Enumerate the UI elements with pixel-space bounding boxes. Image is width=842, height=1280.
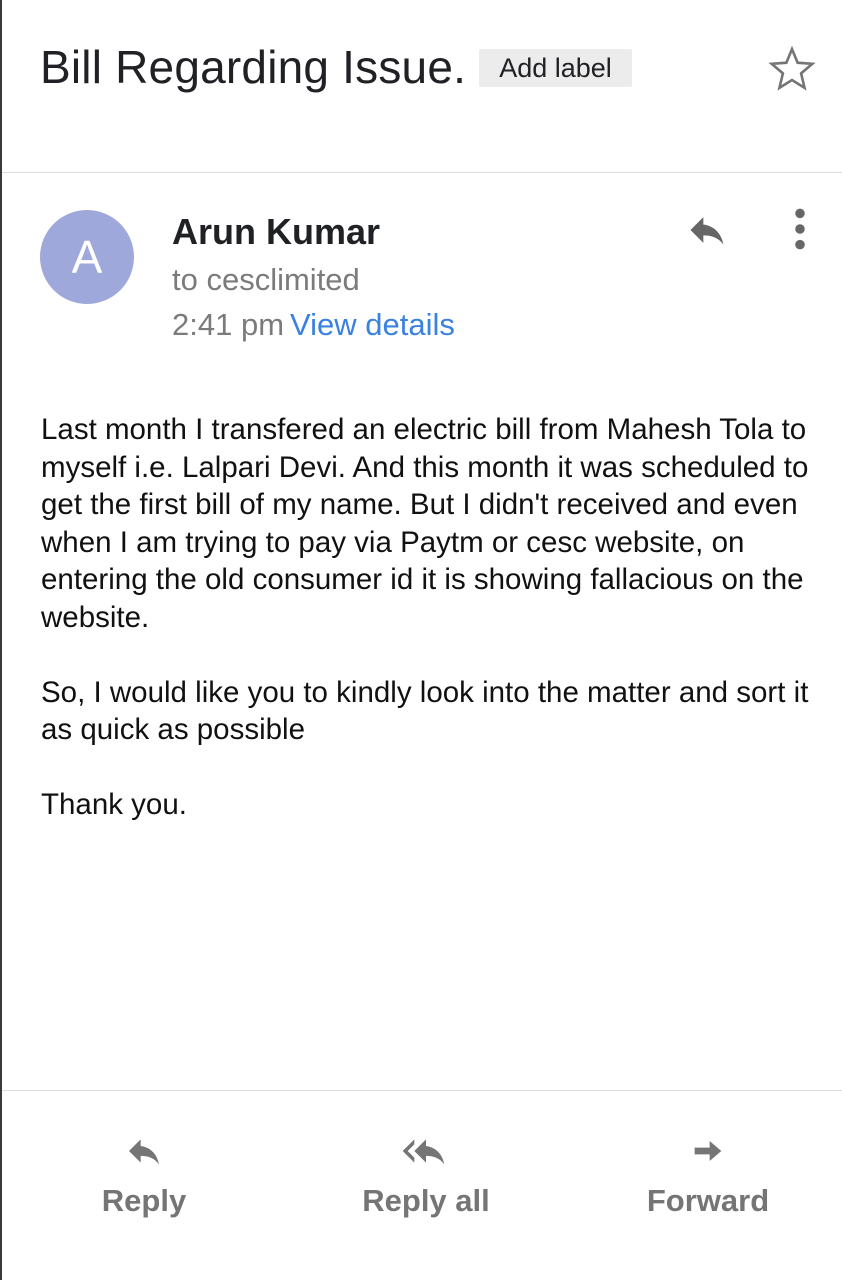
body-paragraph: Last month I transfered an electric bill… bbox=[41, 413, 809, 634]
reply-label: Reply bbox=[101, 1183, 187, 1218]
recipient-line: to cesclimited bbox=[172, 262, 360, 297]
email-subject: Bill Regarding Issue. bbox=[40, 41, 467, 93]
sender-name: Arun Kumar bbox=[172, 211, 381, 252]
reply-icon[interactable] bbox=[683, 208, 731, 252]
star-icon[interactable] bbox=[766, 43, 818, 95]
add-label-button[interactable]: Add label bbox=[479, 49, 632, 87]
sender-avatar[interactable]: A bbox=[40, 210, 134, 304]
forward-button[interactable]: Forward bbox=[642, 1131, 774, 1219]
forward-icon bbox=[694, 1141, 722, 1161]
reply-all-label: Reply all bbox=[362, 1183, 490, 1218]
time-row: 2:41 pm View details bbox=[172, 307, 455, 343]
email-body: Last month I transfered an electric bill… bbox=[41, 411, 821, 861]
action-bar: Reply Reply all Forward bbox=[2, 1090, 842, 1280]
reply-all-icon bbox=[402, 1139, 445, 1165]
body-paragraph: So, I would like you to kindly look into… bbox=[41, 675, 809, 747]
message-time: 2:41 pm bbox=[172, 307, 285, 342]
forward-label: Forward bbox=[646, 1183, 770, 1218]
reply-icon bbox=[129, 1139, 159, 1165]
body-paragraph: Thank you. bbox=[41, 788, 187, 821]
reply-button[interactable]: Reply bbox=[92, 1131, 196, 1219]
subject-bar: Bill Regarding Issue. Add label bbox=[2, 0, 842, 173]
more-vert-icon[interactable] bbox=[788, 207, 812, 251]
reply-all-button[interactable]: Reply all bbox=[358, 1131, 494, 1219]
view-details-link[interactable]: View details bbox=[290, 307, 455, 342]
email-view: Bill Regarding Issue. Add label A Arun K… bbox=[0, 0, 842, 1280]
